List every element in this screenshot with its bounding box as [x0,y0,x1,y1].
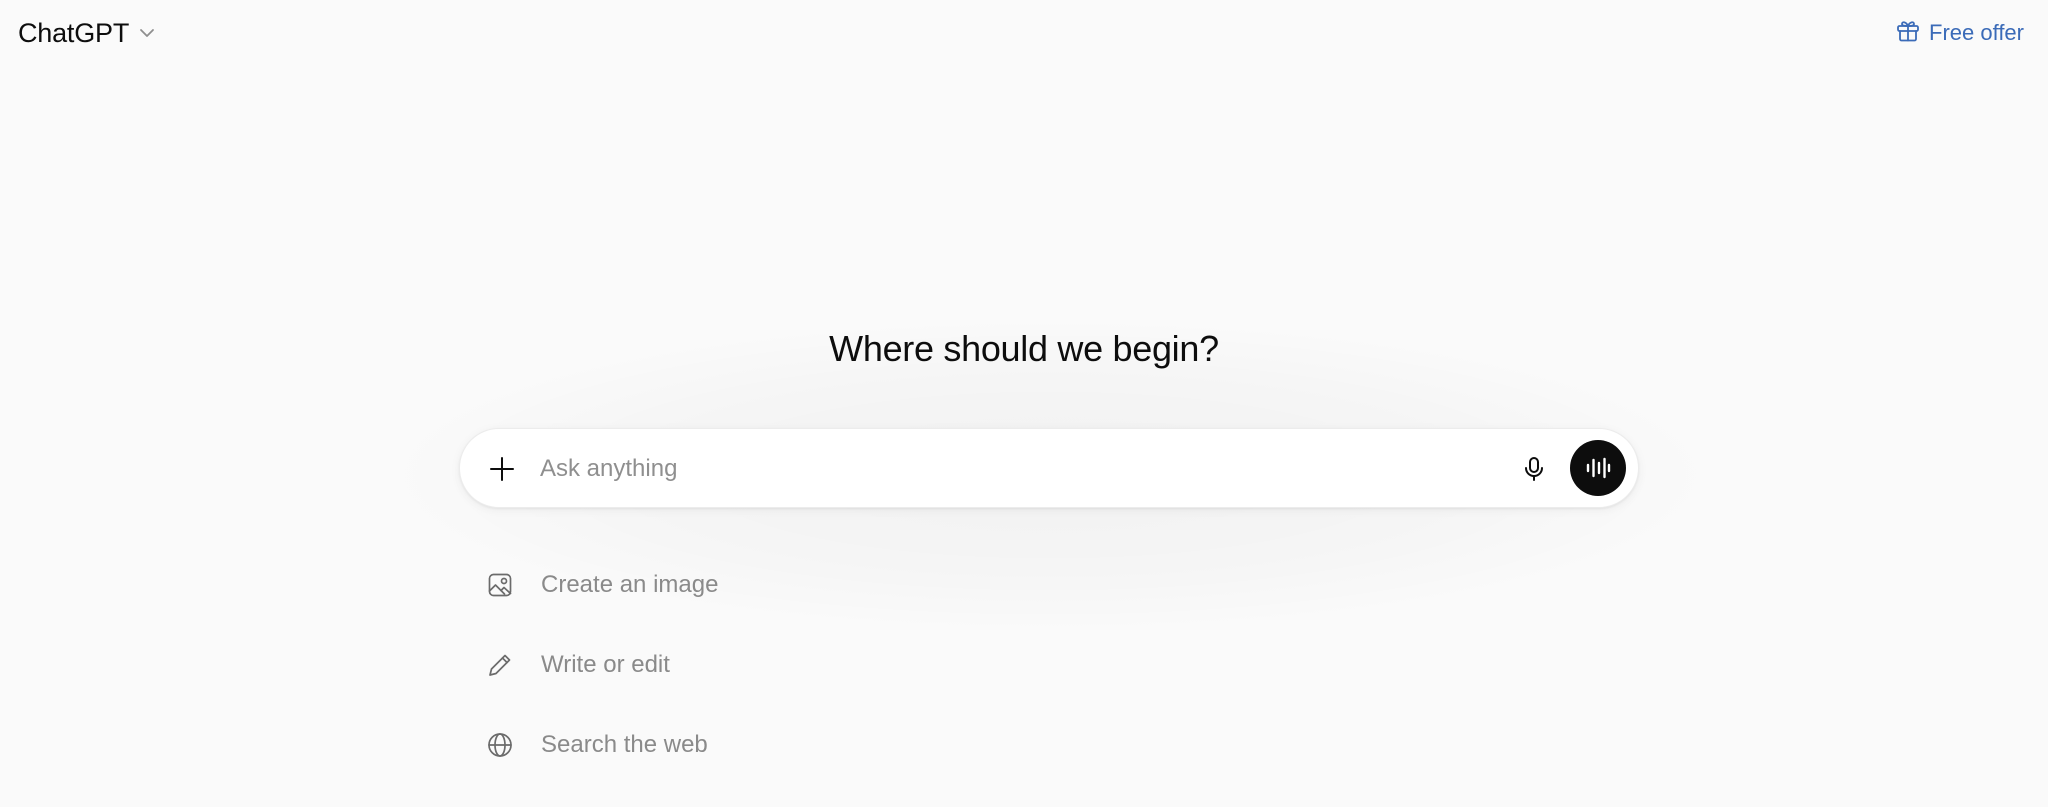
prompt-composer [459,428,1639,508]
pencil-icon [484,649,516,681]
chevron-down-icon [137,23,157,43]
model-switcher[interactable]: ChatGPT [14,14,161,52]
globe-icon [484,729,516,761]
suggestion-list: Create an image Write or edit Search the… [484,560,718,800]
chat-page: ChatGPT Free offer Where should we begin… [0,0,2048,807]
voice-mode-button[interactable] [1570,440,1626,496]
prompt-input[interactable] [538,447,1442,491]
gift-icon [1895,17,1921,49]
free-offer-button[interactable]: Free offer [1895,16,2024,50]
suggestion-label: Create an image [541,571,719,598]
suggestion-label: Search the web [541,731,708,758]
plus-icon [490,457,514,481]
microphone-icon [1525,457,1543,481]
suggestion-search-web[interactable]: Search the web [484,720,718,770]
free-offer-label: Free offer [1929,20,2024,45]
voice-waveform-icon [1586,457,1611,479]
dictate-button[interactable] [1514,449,1554,489]
model-name: ChatGPT [18,17,130,48]
add-attachment-button[interactable] [482,449,522,489]
page-title: Where should we begin? [829,328,1219,369]
image-icon [484,569,516,601]
suggestion-write-edit[interactable]: Write or edit [484,640,718,690]
suggestion-label: Write or edit [541,651,670,678]
suggestion-create-image[interactable]: Create an image [484,560,718,610]
